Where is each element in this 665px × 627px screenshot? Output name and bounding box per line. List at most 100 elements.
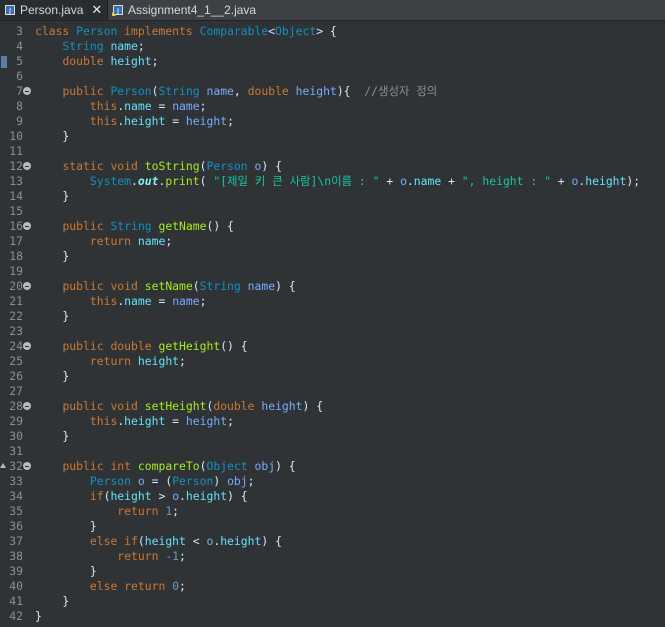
code-token: obj [227,474,248,488]
code-token: this [89,99,118,113]
code-token: public [62,399,111,413]
line-number: 7 [16,84,23,98]
code-line: 27 [0,384,665,399]
code-line: 6 [0,69,665,84]
code-token: o [400,174,407,188]
code-token: Comparable [199,24,269,38]
code-line: 22 } [0,309,665,324]
code-token: String [199,279,248,293]
code-line: 40 else return 0; [0,579,665,594]
code-token: String [110,219,159,233]
code-line: 25 return height; [0,354,665,369]
code-token: height [124,114,166,128]
tab-person-java[interactable]: J Person.java ✕ [0,0,108,20]
code-line: 31 [0,444,665,459]
code-line: 4 String name; [0,39,665,54]
code-token: Person [76,24,125,38]
line-number: 41 [9,594,23,608]
code-text: String name; [35,39,144,54]
code-token: Object [275,24,317,38]
code-text: public Person(String name, double height… [35,84,437,99]
line-number: 3 [16,24,23,38]
collapse-icon[interactable] [23,342,31,350]
code-token: + [379,174,401,188]
close-icon[interactable]: ✕ [91,3,102,18]
code-text: double height; [35,54,158,69]
code-text: return height; [35,354,186,369]
code-editor[interactable]: 3 class Person implements Comparable<Obje… [0,21,665,627]
code-token: void [110,399,145,413]
code-text: return -1; [35,549,186,564]
code-token: Person [172,474,214,488]
line-number: 19 [9,264,23,278]
code-token: name [247,279,276,293]
code-line: 13 System.out.print( "[제일 키 큰 사람]\n이름 : … [0,174,665,189]
code-text: } [35,309,69,324]
collapse-icon[interactable] [23,222,31,230]
line-number: 18 [9,249,23,263]
line-number: 29 [9,414,23,428]
collapse-icon[interactable] [23,282,31,290]
code-token: = [151,99,173,113]
code-token: name [110,39,138,53]
code-token: ; [179,549,186,563]
collapse-icon[interactable] [23,462,31,470]
code-token: name [172,294,200,308]
collapse-icon[interactable] [23,87,31,95]
collapse-icon[interactable] [23,402,31,410]
code-text: } [35,594,69,609]
code-token: name [172,99,200,113]
code-token: } [35,429,70,443]
code-token: setName [144,279,193,293]
line-number: 11 [9,144,23,158]
collapse-icon[interactable] [23,162,31,170]
code-token: String [158,84,207,98]
code-token: height [585,174,627,188]
tab-assignment-java[interactable]: J Assignment4_1__2.java [110,0,256,20]
code-token: } [35,564,97,578]
code-token: } [35,129,70,143]
code-token: ){ [336,84,365,98]
code-token: ; [247,474,255,488]
code-text: } [35,609,42,624]
code-text: } [35,429,69,444]
code-token: this [89,294,118,308]
code-token: > [151,489,173,503]
code-line: 18 } [0,249,665,264]
code-text: public void setName(String name) { [35,279,295,294]
code-token: ) { [275,459,296,473]
code-token: ( [199,174,214,188]
code-token: < [185,534,207,548]
override-marker-icon [0,463,6,468]
change-marker [1,56,7,68]
code-token: Object [206,459,255,473]
code-token: height [110,489,152,503]
code-line: 19 [0,264,665,279]
code-line: 16 public String getName() { [0,219,665,234]
code-text: return 1; [35,504,179,519]
code-line: 37 else if(height < o.height) { [0,534,665,549]
code-token: "[제일 키 큰 사람]\n이름 : " [213,174,380,188]
code-token: } [35,369,70,383]
code-token: . [406,174,414,188]
code-token: class [35,24,77,38]
code-token: ) { [261,159,282,173]
code-token: + [441,174,462,188]
code-text: } [35,369,69,384]
code-token: + [550,174,572,188]
code-text: } [35,189,69,204]
code-token: String [62,39,111,53]
code-text: class Person implements Comparable<Objec… [35,24,337,39]
line-number: 22 [9,309,23,323]
line-number: 34 [9,489,23,503]
code-line: 9 this.height = height; [0,114,665,129]
code-token: this [89,114,118,128]
code-token: o [137,474,145,488]
code-token: height [185,114,228,128]
